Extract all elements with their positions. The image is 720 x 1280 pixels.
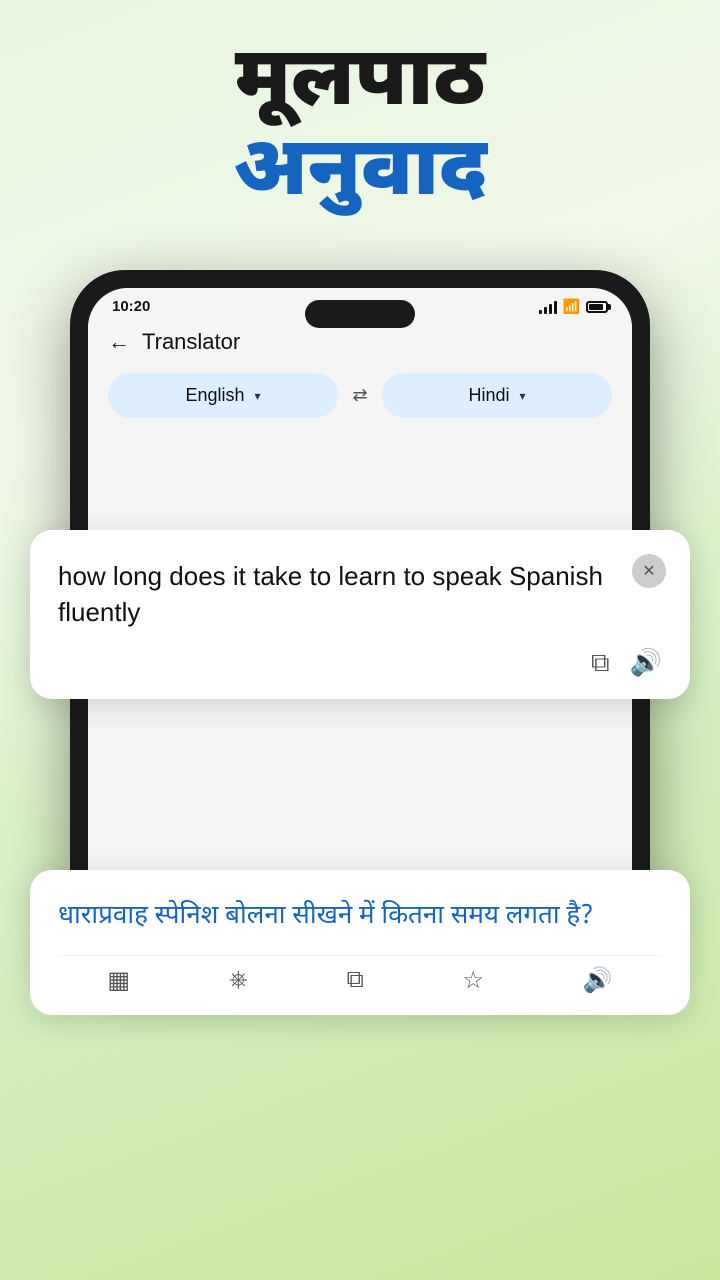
app-title: Translator <box>142 329 240 355</box>
status-time: 10:20 <box>112 298 150 315</box>
header-section: मूलपाठ अनुवाद <box>0 0 720 240</box>
input-actions: ⧉ 🔊 <box>58 647 662 679</box>
volume-output-icon[interactable]: 🔊 <box>583 966 613 995</box>
input-text: how long does it take to learn to speak … <box>58 558 662 631</box>
output-text: धाराप्रवाह स्पेनिश बोलना सीखने में कितना… <box>58 898 662 937</box>
status-icons: 📶 <box>539 298 608 315</box>
swap-languages-button[interactable]: ⇄ <box>338 374 382 418</box>
lang-selector-row: English ▾ ⇄ Hindi ▾ <box>88 365 632 430</box>
target-lang-label: Hindi <box>468 385 509 406</box>
wifi-icon: 📶 <box>563 298 580 315</box>
share-icon[interactable]: ⎈ <box>229 966 248 995</box>
fullscreen-icon[interactable]: ▦ <box>107 966 130 995</box>
source-lang-chevron-icon: ▾ <box>255 389 261 403</box>
title-original: मूलपाठ <box>0 40 720 130</box>
source-lang-button[interactable]: English ▾ <box>108 373 338 418</box>
copy-icon[interactable]: ⧉ <box>591 647 610 679</box>
clear-button[interactable]: ✕ <box>632 554 666 588</box>
target-lang-chevron-icon: ▾ <box>520 389 526 403</box>
input-card: how long does it take to learn to speak … <box>30 530 690 699</box>
battery-icon <box>586 301 608 313</box>
source-lang-label: English <box>185 385 244 406</box>
copy-output-icon[interactable]: ⧉ <box>347 966 364 995</box>
output-card: धाराप्रवाह स्पेनिश बोलना सीखने में कितना… <box>30 870 690 1015</box>
phone-notch <box>305 300 415 328</box>
title-translated: अनुवाद <box>0 130 720 220</box>
back-arrow-icon[interactable]: ← <box>108 329 130 355</box>
output-actions: ▦ ⎈ ⧉ ☆ 🔊 <box>58 955 662 995</box>
star-icon[interactable]: ☆ <box>462 966 484 995</box>
volume-icon[interactable]: 🔊 <box>630 647 662 679</box>
target-lang-button[interactable]: Hindi ▾ <box>382 373 612 418</box>
signal-bars-icon <box>539 300 557 314</box>
